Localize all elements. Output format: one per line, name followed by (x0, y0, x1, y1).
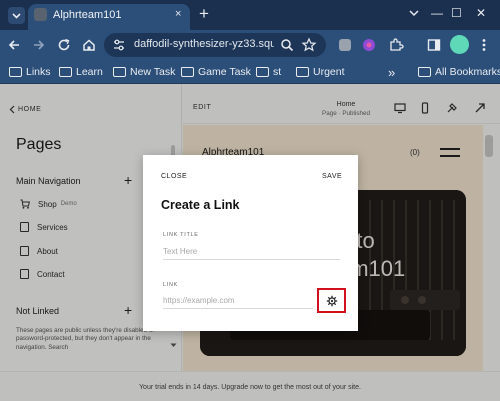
chevron-down-icon (12, 13, 21, 19)
bookmark-label: Game Task (198, 66, 251, 78)
bookmark-label: st (273, 66, 282, 78)
profile-avatar-icon[interactable] (450, 35, 469, 54)
tab-search-button[interactable] (8, 7, 25, 24)
url-text: daffodil-synthesizer-yz33.squ... (134, 38, 274, 50)
site-info-icon[interactable] (112, 38, 126, 52)
bookmark-label: New Task (130, 66, 176, 78)
more-menu-icon[interactable] (476, 37, 492, 53)
save-button[interactable]: SAVE (322, 173, 342, 180)
tab-close-icon[interactable]: × (175, 8, 181, 20)
close-button[interactable]: CLOSE (161, 173, 187, 180)
folder-icon (9, 67, 22, 77)
extension-purple-icon[interactable] (361, 37, 377, 53)
link-url-input[interactable] (163, 293, 313, 309)
bookmark-star-icon[interactable] (301, 37, 317, 53)
folder-icon (418, 67, 431, 77)
link-title-input[interactable] (163, 244, 340, 260)
reload-icon[interactable] (56, 37, 72, 53)
back-arrow-icon[interactable] (6, 37, 22, 53)
browser-profile-icon[interactable] (406, 5, 422, 21)
dialog-title: Create a Link (161, 198, 240, 212)
zoom-search-icon[interactable] (279, 37, 295, 53)
window-maximize-button[interactable]: ☐ (451, 5, 462, 21)
folder-icon (113, 67, 126, 77)
forward-arrow-icon[interactable] (31, 37, 47, 53)
window-close-button[interactable]: ✕ (476, 5, 486, 21)
bookmark-links[interactable]: Links (9, 64, 51, 80)
window-minimize-button[interactable]: — (431, 5, 443, 21)
folder-icon (256, 67, 269, 77)
link-title-label: LINK TITLE (163, 232, 199, 238)
bookmark-game-task[interactable]: Game Task (181, 64, 251, 80)
bookmarks-overflow-button[interactable]: » (388, 64, 395, 80)
site-favicon-icon (34, 8, 47, 21)
folder-icon (181, 67, 194, 77)
folder-icon (296, 67, 309, 77)
bookmark-new-task[interactable]: New Task (113, 64, 175, 80)
bookmark-urgent[interactable]: Urgent (296, 64, 345, 80)
bookmark-label: Learn (76, 66, 103, 78)
home-icon[interactable] (81, 37, 97, 53)
bookmark-label: Urgent (313, 66, 345, 78)
new-tab-button[interactable]: + (199, 5, 209, 23)
tab-title: Alphrteam101 (53, 9, 122, 21)
highlight-box (317, 288, 346, 313)
all-bookmarks-label: All Bookmarks (435, 66, 500, 78)
folder-icon (59, 67, 72, 77)
extension-grey-icon[interactable] (337, 37, 353, 53)
extensions-puzzle-icon[interactable] (388, 37, 404, 53)
side-panel-icon[interactable] (426, 37, 442, 53)
bookmark-st[interactable]: st (256, 64, 281, 80)
bookmark-learn[interactable]: Learn (59, 64, 103, 80)
bookmark-label: Links (26, 66, 51, 78)
all-bookmarks-button[interactable]: All Bookmarks (418, 64, 500, 80)
link-label: LINK (163, 282, 179, 288)
